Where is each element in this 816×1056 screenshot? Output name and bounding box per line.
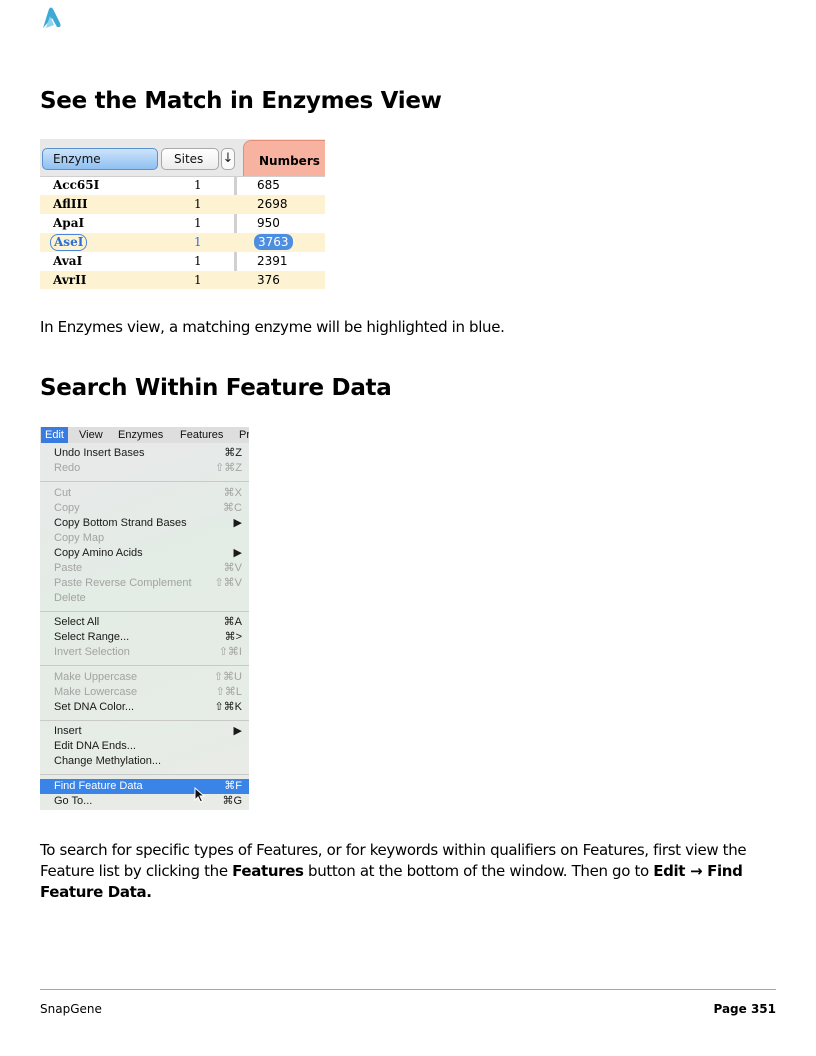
menu-item-delete: Delete [54,592,86,604]
enzyme-row-highlighted[interactable]: AseI 1 3763 [40,233,325,252]
enzyme-name: AvaI [53,254,83,268]
menu-item-go-to[interactable]: Go To... ⌘G [40,794,249,809]
sort-direction-icon[interactable]: ↓ [221,148,235,170]
match-description: In Enzymes view, a matching enzyme will … [40,318,505,336]
enzyme-row[interactable]: AvrII 1 376 [40,271,325,289]
menubar: Edit View Enzymes Features Pr [40,427,249,443]
menu-item-select-range[interactable]: Select Range... ⌘> [40,630,249,645]
submenu-arrow-icon: ▶ [233,547,242,559]
enzyme-name: AseI [50,234,88,251]
edit-menu: Edit View Enzymes Features Pr Undo Inser… [40,427,249,810]
menu-separator [40,481,249,482]
enzyme-number: 950 [257,216,280,230]
enzyme-row[interactable]: AvaI 1 2391 [40,252,325,271]
features-button-reference: Features [232,862,304,880]
menu-item-copy-map: Copy Map [54,532,105,544]
menu-separator [40,665,249,666]
enzyme-sites: 1 [194,254,202,268]
enzyme-sites: 1 [194,216,202,230]
enzyme-number: 2391 [257,254,288,268]
menu-item-cut: Cut ⌘X [54,487,242,499]
menu-separator [40,720,249,721]
menu-item-undo-insert-bases[interactable]: Undo Insert Bases ⌘Z [40,446,249,461]
menu-item-make-uppercase: Make Uppercase ⇧⌘U [54,671,242,683]
menu-item-edit-dna-ends[interactable]: Edit DNA Ends... [40,739,249,754]
submenu-arrow-icon: ▶ [233,517,242,529]
enzyme-row[interactable]: Acc65I 1 685 [40,176,325,195]
mouse-pointer-icon [194,787,206,803]
snapgene-logo-icon [43,7,61,28]
sites-column-header[interactable]: Sites [161,148,219,170]
section-title-match: See the Match in Enzymes View [40,88,442,114]
footer-brand: SnapGene [40,1002,102,1016]
menu-item-invert-selection: Invert Selection ⇧⌘I [54,646,242,658]
enzyme-row[interactable]: ApaI 1 950 [40,214,325,233]
menu-item-select-all[interactable]: Select All ⌘A [40,615,249,630]
enzyme-name: Acc65I [53,178,100,192]
menu-item-paste: Paste ⌘V [54,562,242,574]
menu-item-copy-amino-acids[interactable]: Copy Amino Acids ▶ [40,546,249,561]
menu-separator [40,611,249,612]
menubar-view[interactable]: View [79,427,103,443]
menu-item-change-methylation[interactable]: Change Methylation... [40,754,249,769]
enzyme-sites: 1 [194,273,202,287]
enzyme-number: 685 [257,178,280,192]
enzyme-number: 376 [257,273,280,287]
submenu-arrow-icon: ▶ [233,725,242,737]
enzyme-sites: 1 [194,235,202,249]
menubar-edit[interactable]: Edit [41,427,68,443]
enzyme-number: 3763 [254,234,293,250]
enzyme-column-header[interactable]: Enzyme [42,148,158,170]
numbers-column-header[interactable]: Numbers [243,140,325,176]
enzymes-table-header: Enzyme Sites ↓ Numbers [40,139,325,177]
menu-item-redo: Redo ⇧⌘Z [54,462,242,474]
enzyme-sites: 1 [194,197,202,211]
search-description: To search for specific types of Features… [40,841,747,901]
menu-item-make-lowercase: Make Lowercase ⇧⌘L [54,686,242,698]
menubar-primers[interactable]: Pr [239,427,249,443]
enzyme-sites: 1 [194,178,202,192]
menu-item-copy-bottom-strand-bases[interactable]: Copy Bottom Strand Bases ▶ [40,516,249,531]
menu-item-insert[interactable]: Insert ▶ [40,724,249,739]
enzymes-table: Enzyme Sites ↓ Numbers Acc65I 1 685 AflI… [40,139,325,289]
menubar-enzymes[interactable]: Enzymes [118,427,163,443]
menu-item-paste-reverse-complement: Paste Reverse Complement ⇧⌘V [54,577,242,589]
enzyme-row[interactable]: AflIII 1 2698 [40,195,325,214]
menu-separator [40,774,249,775]
menu-item-copy: Copy ⌘C [54,502,242,514]
menu-item-set-dna-color[interactable]: Set DNA Color... ⇧⌘K [40,700,249,715]
enzyme-number: 2698 [257,197,288,211]
page-number: Page 351 [713,1002,776,1016]
footer-divider [40,989,776,990]
menubar-features[interactable]: Features [180,427,223,443]
section-title-search: Search Within Feature Data [40,375,392,401]
enzyme-name: ApaI [53,216,85,230]
enzyme-name: AflIII [53,197,88,211]
enzyme-name: AvrII [53,273,87,287]
menu-item-find-feature-data[interactable]: Find Feature Data ⌘F [40,779,249,794]
